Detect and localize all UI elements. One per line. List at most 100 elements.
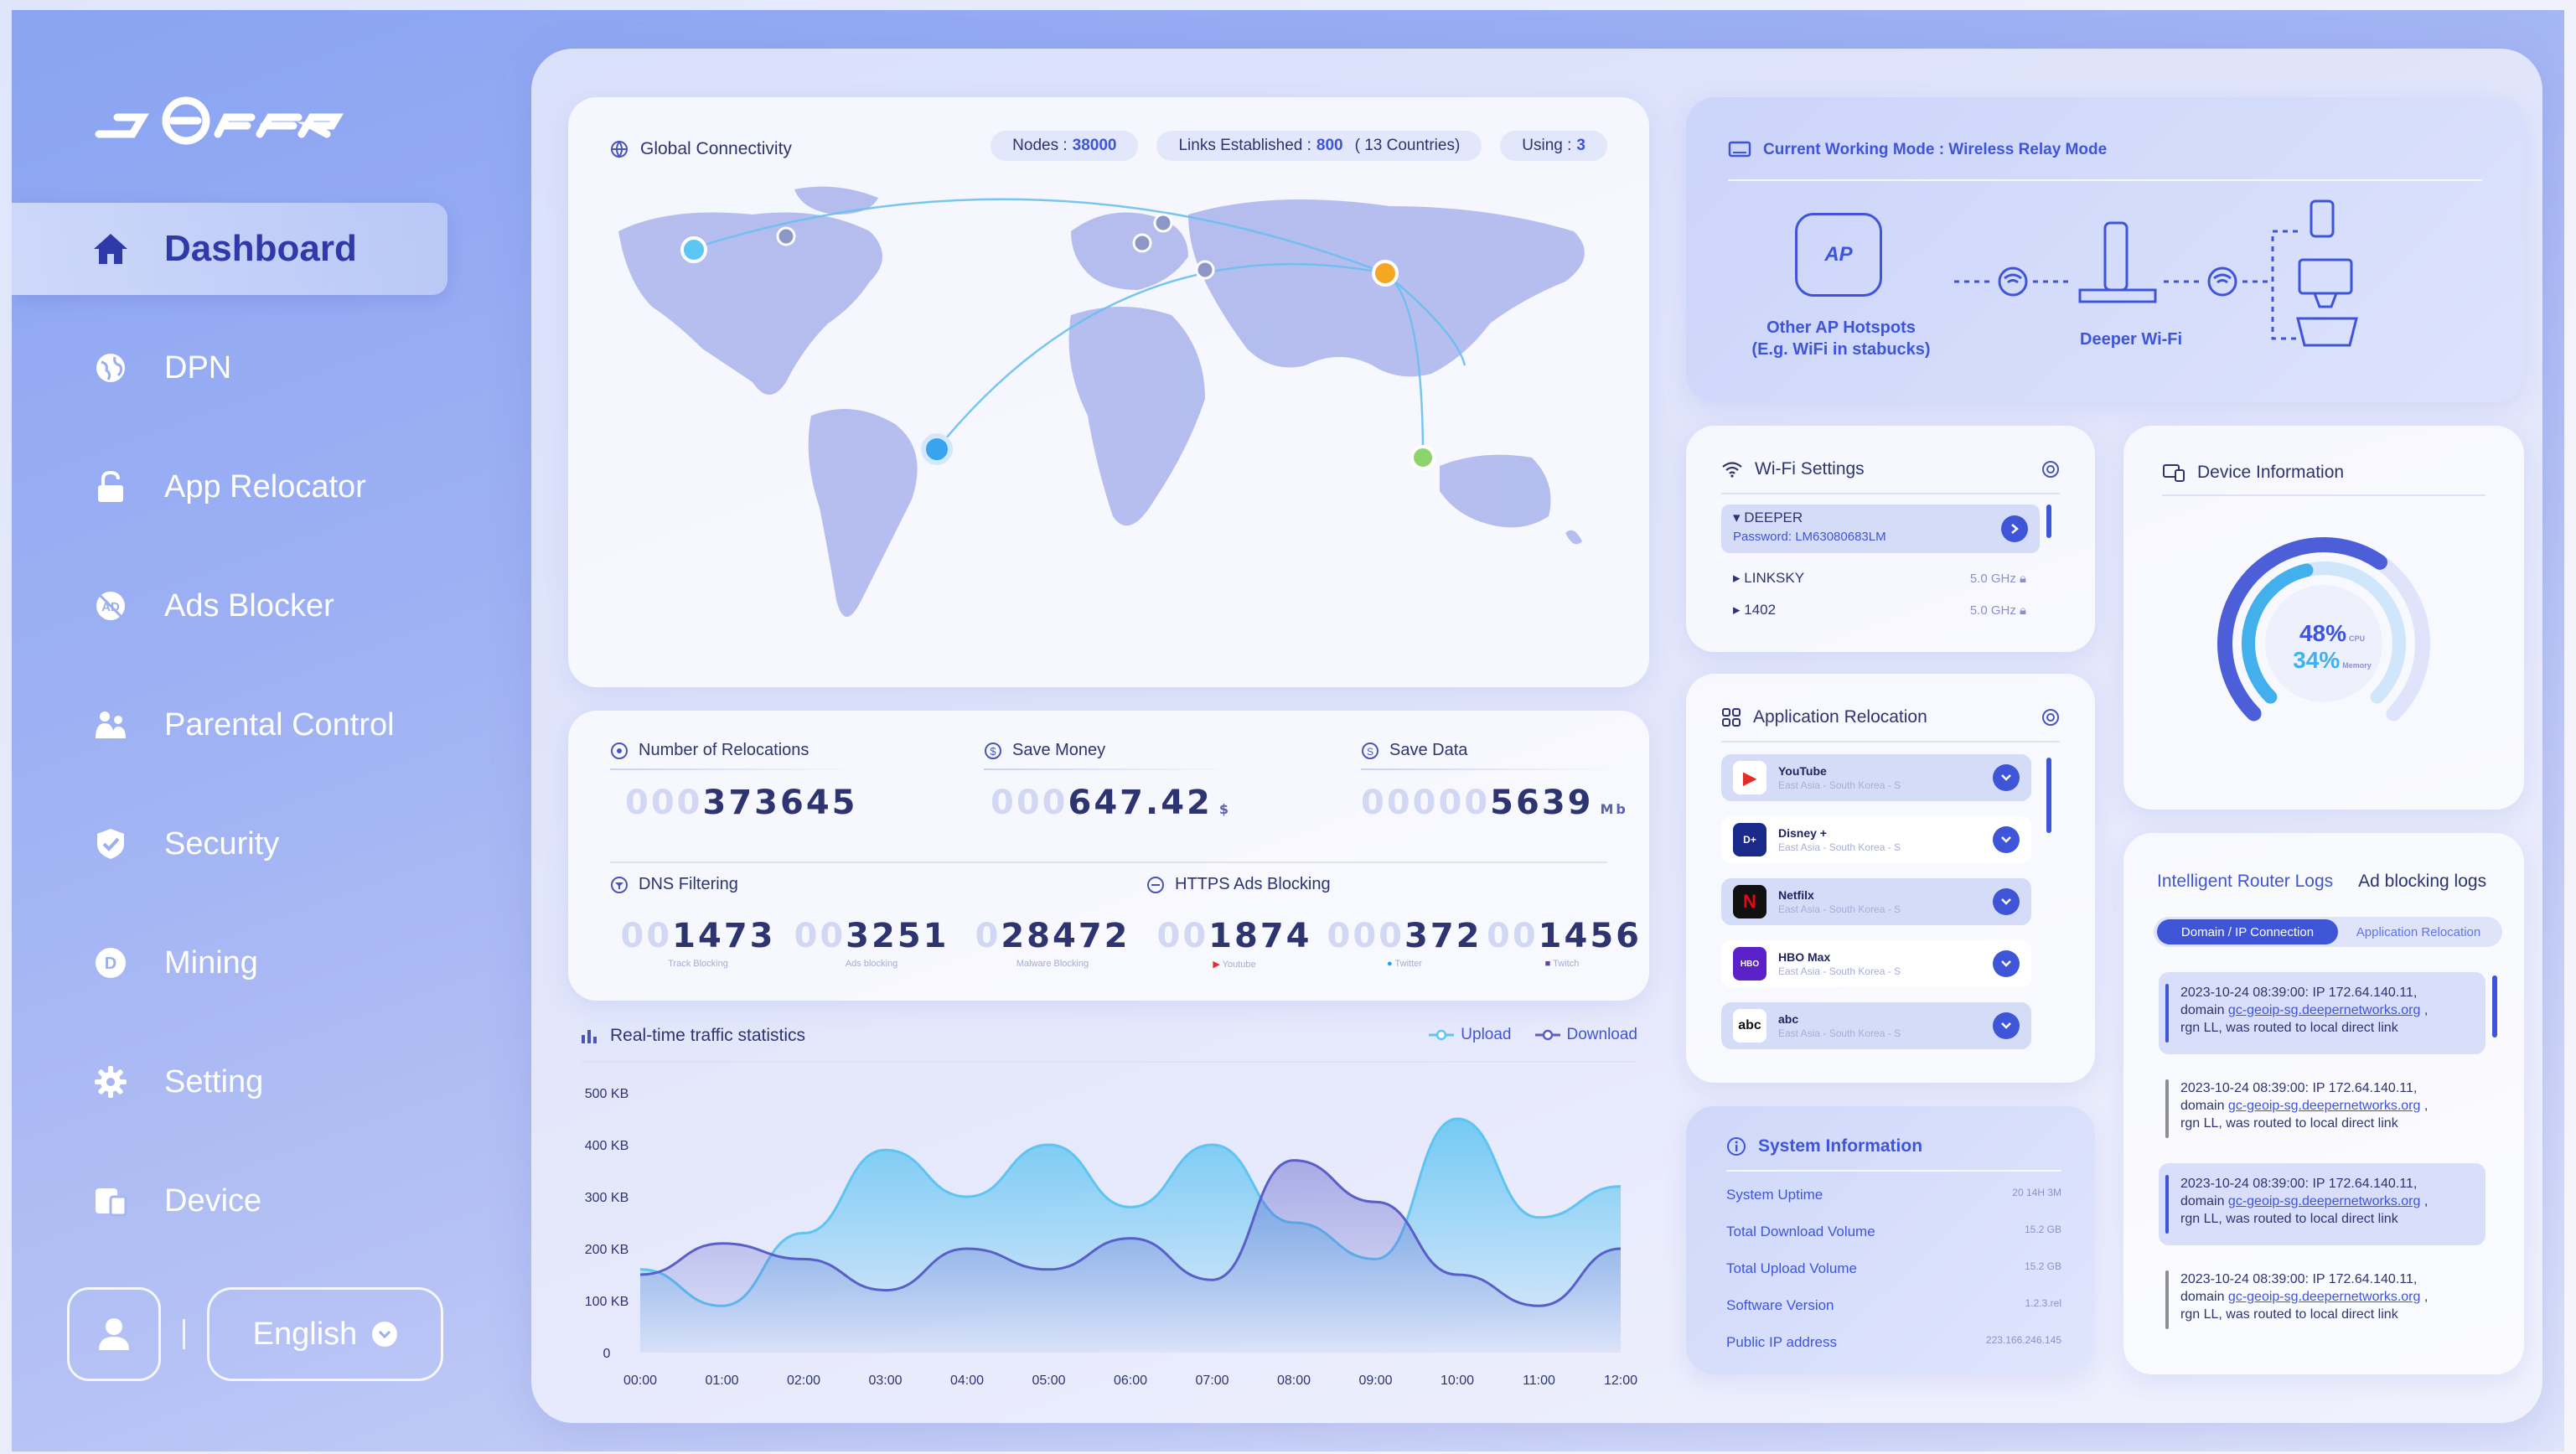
relocations-label: Number of Relocations (610, 741, 861, 760)
log-text: , (2420, 1194, 2429, 1208)
settings-icon[interactable] (2041, 460, 2060, 479)
chevron-down-icon[interactable] (1993, 950, 2020, 977)
legend-upload[interactable]: Upload (1429, 1026, 1512, 1044)
system-row-value: 1.2.3.rel (2025, 1297, 2061, 1309)
log-text: , (2420, 1003, 2429, 1017)
tab-ad-blocking-logs[interactable]: Ad blocking logs (2358, 872, 2486, 892)
y-tick-label: 500 KB (585, 1087, 628, 1101)
log-domain-link[interactable]: gc-geoip-sg.deepernetworks.org (2228, 1099, 2420, 1113)
x-tick-label: 08:00 (1277, 1374, 1311, 1388)
log-domain-link[interactable]: gc-geoip-sg.deepernetworks.org (2228, 1194, 2420, 1208)
value-digits: 1473 (672, 917, 776, 955)
connectivity-pills: Nodes :38000 Links Established : 800 ( 13 … (991, 131, 1607, 161)
filter-icon (611, 876, 628, 893)
value-digits: 28472 (1001, 917, 1130, 955)
system-row-value: 223.166.246.145 (1985, 1334, 2061, 1346)
y-tick-label: 0 (603, 1347, 611, 1361)
app-name: HBO Max (1778, 950, 1831, 964)
chevron-down-icon[interactable] (1993, 1012, 2020, 1039)
wifi-network-row[interactable]: ▸ LINKSKY 5.0 GHz 🔒︎ (1733, 570, 2026, 587)
log-domain-link[interactable]: gc-geoip-sg.deepernetworks.org (2228, 1290, 2420, 1304)
svg-text:S: S (1367, 746, 1373, 758)
gear-icon (92, 1063, 129, 1100)
divider (1726, 1170, 2061, 1172)
log-text: domain (2180, 1290, 2228, 1304)
world-map (618, 186, 1585, 617)
log-line: rgn LL, was routed to local direct link (2180, 1021, 2398, 1035)
relocations-stat: Number of Relocations 000373645 (610, 741, 861, 822)
sidebar-item-ads-blocker[interactable]: AD Ads Blocker (12, 560, 447, 652)
y-tick-label: 300 KB (585, 1191, 628, 1205)
value-digits: 1456 (1538, 917, 1642, 955)
chevron-right-icon[interactable] (2001, 515, 2028, 542)
system-info-card: System Information System Uptime 20 14H 3… (1686, 1106, 2095, 1374)
app-name: abc (1778, 1012, 1799, 1026)
wifi-network-row[interactable]: ▸ 1402 5.0 GHz 🔒︎ (1733, 602, 2026, 618)
app-row-netflix[interactable]: N Netfilx East Asia - South Korea - S (1721, 878, 2031, 925)
chevron-down-icon[interactable] (1993, 826, 2020, 853)
sidebar-item-dpn[interactable]: DPN (12, 322, 447, 414)
device-icon (2163, 464, 2185, 482)
account-button[interactable] (67, 1287, 161, 1381)
track-blocking-caption: Track Blocking (668, 959, 728, 969)
malware-blocking-caption: Malware Blocking (1016, 959, 1089, 969)
system-row: Software Version 1.2.3.rel (1726, 1297, 2061, 1314)
divider (1361, 768, 1612, 770)
sidebar-item-mining[interactable]: D Mining (12, 917, 447, 1009)
app-row-youtube[interactable]: ▶ YouTube East Asia - South Korea - S (1721, 754, 2031, 801)
dns-filtering-label: DNS Filtering (610, 875, 738, 894)
segment-app-relocation[interactable]: Application Relocation (2338, 925, 2499, 939)
global-connectivity-card: Global Connectivity Nodes :38000 Links E… (568, 97, 1649, 687)
value-digits: 372 (1404, 917, 1482, 955)
settings-icon[interactable] (2041, 708, 2060, 727)
device-title: Device Information (2197, 463, 2345, 482)
x-tick-label: 09:00 (1358, 1374, 1392, 1388)
chevron-down-icon[interactable] (1993, 764, 2020, 791)
log-line: rgn LL, was routed to local direct link (2180, 1212, 2398, 1226)
monitor-icon (1728, 141, 1751, 158)
app-text: YouTube East Asia - South Korea - S (1778, 764, 1901, 791)
global-connectivity-title: Global Connectivity (640, 139, 792, 158)
device-info-card: Device Information 48% CPU 34% Memory (2123, 426, 2524, 810)
segment-domain-ip[interactable]: Domain / IP Connection (2157, 919, 2338, 944)
sidebar-item-label: Setting (164, 1063, 264, 1100)
scrollbar[interactable] (2492, 975, 2497, 1037)
system-row-label: Total Download Volume (1726, 1224, 1875, 1239)
sidebar-item-dashboard[interactable]: Dashboard (12, 203, 447, 295)
tab-router-logs[interactable]: Intelligent Router Logs (2157, 872, 2333, 892)
traffic-legend: Upload Download (1429, 1026, 1637, 1044)
wifi-selected-network[interactable]: ▾ DEEPER Password: LM63080683LM (1721, 505, 2040, 553)
ghost-digits: 000 (625, 784, 703, 822)
ghost-digits: 00 (620, 917, 673, 955)
sidebar-item-app-relocator[interactable]: App Relocator (12, 441, 447, 533)
app-row-abc[interactable]: abc abc East Asia - South Korea - S (1721, 1002, 2031, 1049)
sidebar-item-parental-control[interactable]: Parental Control (12, 679, 447, 771)
scrollbar[interactable] (2046, 505, 2051, 538)
sidebar-item-setting[interactable]: Setting (12, 1036, 447, 1128)
bar-chart-icon (582, 1030, 597, 1043)
value-digits: 647.42 (1068, 784, 1213, 822)
language-select[interactable]: English (207, 1287, 443, 1381)
log-text: domain (2180, 1194, 2228, 1208)
save-money-value: 000647.42 $ (991, 784, 1235, 822)
network-name: ▸ LINKSKY (1733, 570, 1805, 586)
sidebar-item-device[interactable]: Device (12, 1155, 447, 1247)
network-name: ▸ 1402 (1733, 602, 1777, 618)
legend-download[interactable]: Download (1534, 1026, 1637, 1044)
system-row-value: 20 14H 3M (2012, 1187, 2061, 1198)
ap-label: AP (1824, 243, 1853, 266)
sidebar-item-label: Dashboard (164, 228, 357, 269)
app-row-disney[interactable]: D+ Disney + East Asia - South Korea - S (1721, 816, 2031, 863)
log-text: domain (2180, 1099, 2228, 1113)
ghost-digits: 000 (991, 784, 1068, 822)
app-name: YouTube (1778, 764, 1827, 778)
ghost-digits: 0 (975, 917, 1001, 955)
sidebar-item-security[interactable]: Security (12, 798, 447, 890)
dns-ads-stat: 003251 Ads blocking (788, 917, 955, 969)
scrollbar[interactable] (2046, 758, 2051, 833)
save-data-label-text: Save Data (1389, 741, 1468, 759)
ap-caption: Other AP Hotspots (E.g. WiFi in stabucks… (1720, 317, 1963, 360)
chevron-down-icon[interactable] (1993, 888, 2020, 915)
app-row-hbo-max[interactable]: HBO HBO Max East Asia - South Korea - S (1721, 940, 2031, 987)
log-domain-link[interactable]: gc-geoip-sg.deepernetworks.org (2228, 1003, 2420, 1017)
